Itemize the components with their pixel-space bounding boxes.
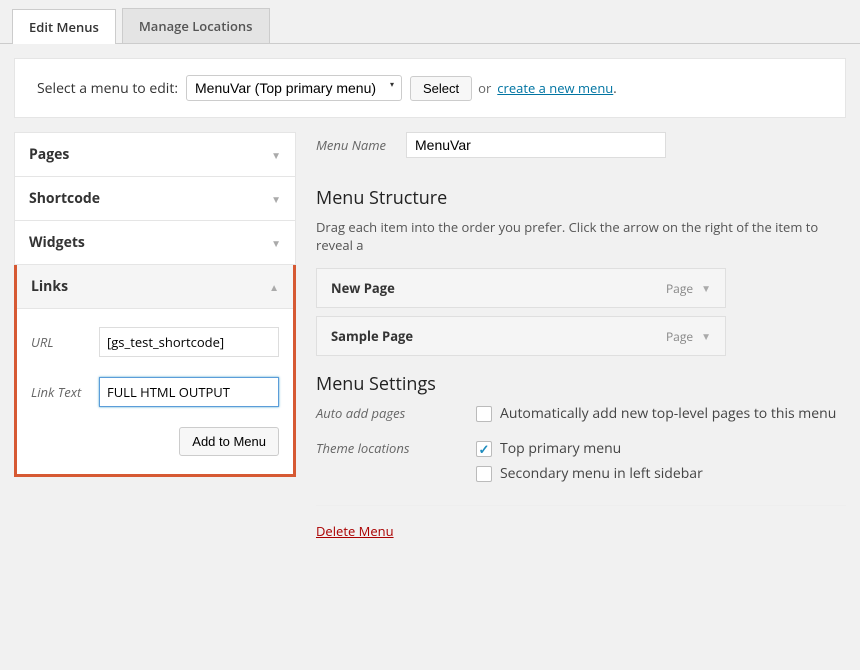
chevron-down-icon: ▼ [271, 236, 281, 250]
url-input[interactable] [99, 327, 279, 357]
linktext-label: Link Text [31, 383, 99, 401]
menu-item-name: New Page [331, 279, 395, 297]
menu-name-input[interactable] [406, 132, 666, 158]
menu-item-type: Page [666, 328, 693, 345]
linktext-input[interactable] [99, 377, 279, 407]
panel-widgets-header[interactable]: Widgets ▼ [15, 221, 295, 264]
select-menu-dropdown[interactable]: MenuVar (Top primary menu) [186, 75, 402, 101]
theme-loc-primary-checkbox[interactable] [476, 441, 492, 457]
panel-pages-title: Pages [29, 145, 69, 164]
chevron-down-icon[interactable]: ▼ [701, 329, 711, 343]
auto-add-label: Auto add pages [316, 404, 476, 429]
delete-menu-link[interactable]: Delete Menu [316, 522, 394, 540]
menu-item-name: Sample Page [331, 327, 413, 345]
select-menu-label: Select a menu to edit: [37, 79, 178, 98]
menu-item-type: Page [666, 280, 693, 297]
menu-item[interactable]: New Page Page ▼ [316, 268, 726, 308]
auto-add-option-label: Automatically add new top-level pages to… [500, 404, 836, 423]
panel-shortcode-header[interactable]: Shortcode ▼ [15, 177, 295, 220]
select-button[interactable]: Select [410, 76, 472, 101]
add-to-menu-button[interactable]: Add to Menu [179, 427, 279, 456]
select-menu-row: Select a menu to edit: MenuVar (Top prim… [14, 58, 846, 118]
or-text: or [478, 79, 491, 97]
tabs-bar: Edit Menus Manage Locations [0, 0, 860, 44]
panel-links-header[interactable]: Links ▲ [17, 265, 293, 309]
panel-widgets-title: Widgets [29, 233, 85, 252]
menu-structure-heading: Menu Structure [316, 186, 846, 210]
divider [316, 505, 846, 506]
theme-loc-secondary-checkbox[interactable] [476, 466, 492, 482]
panel-pages-header[interactable]: Pages ▼ [15, 133, 295, 176]
theme-loc-secondary-label: Secondary menu in left sidebar [500, 464, 703, 483]
panel-shortcode: Shortcode ▼ [14, 177, 296, 221]
url-label: URL [31, 333, 99, 351]
chevron-up-icon: ▲ [269, 280, 279, 294]
panel-shortcode-title: Shortcode [29, 189, 100, 208]
menu-item[interactable]: Sample Page Page ▼ [316, 316, 726, 356]
chevron-down-icon: ▼ [271, 192, 281, 206]
chevron-down-icon: ▼ [271, 148, 281, 162]
tab-edit-menus[interactable]: Edit Menus [12, 9, 116, 44]
panel-pages: Pages ▼ [14, 132, 296, 177]
auto-add-checkbox[interactable] [476, 406, 492, 422]
menu-name-label: Menu Name [316, 136, 386, 154]
menu-settings-heading: Menu Settings [316, 372, 846, 396]
panel-links-title: Links [31, 277, 68, 296]
theme-locations-label: Theme locations [316, 439, 476, 489]
panel-widgets: Widgets ▼ [14, 221, 296, 265]
theme-loc-primary-label: Top primary menu [500, 439, 621, 458]
menu-structure-desc: Drag each item into the order you prefer… [316, 218, 846, 254]
chevron-down-icon[interactable]: ▼ [701, 281, 711, 295]
tab-manage-locations[interactable]: Manage Locations [122, 8, 270, 43]
create-new-menu-link[interactable]: create a new menu [497, 79, 613, 97]
panel-links: Links ▲ URL Link Text Add to Menu [14, 265, 296, 477]
